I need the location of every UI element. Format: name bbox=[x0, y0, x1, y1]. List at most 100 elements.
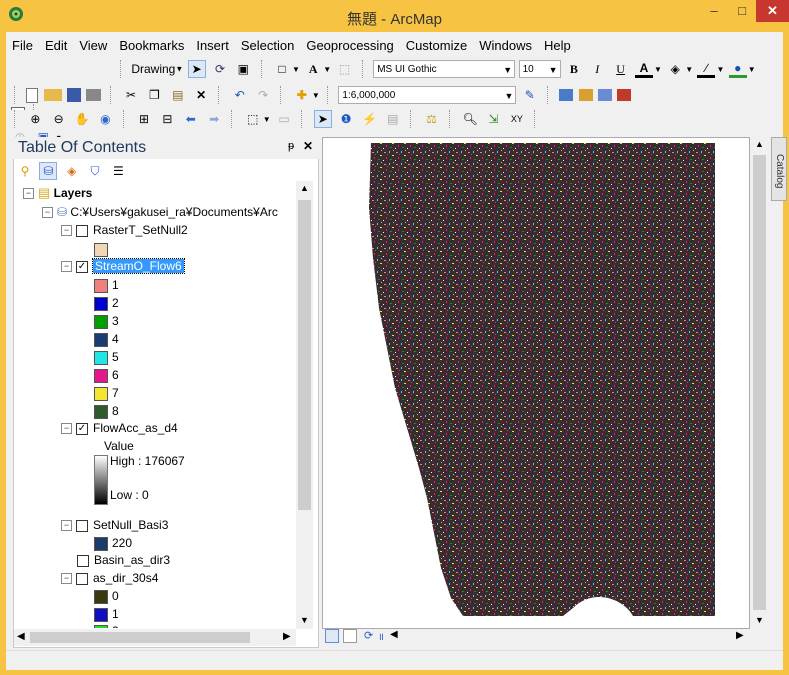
select-features-icon[interactable]: ⬚ bbox=[244, 110, 262, 128]
add-data-icon[interactable]: ✚ bbox=[293, 86, 311, 104]
save-icon[interactable] bbox=[67, 88, 82, 102]
font-color-icon[interactable]: A bbox=[634, 60, 653, 78]
bold-button[interactable]: B bbox=[565, 60, 583, 78]
layer-visibility-checkbox[interactable] bbox=[76, 224, 88, 237]
layer-setnull-basi3[interactable]: − SetNull_Basi3 bbox=[61, 517, 168, 533]
find-icon[interactable]: 🔍︎ bbox=[461, 110, 479, 128]
editor-toolbar-icon[interactable]: ✎ bbox=[521, 86, 539, 104]
list-by-selection-icon[interactable]: ⛉ bbox=[86, 162, 104, 180]
zoom-whole-page-icon[interactable]: ▣ bbox=[234, 60, 252, 78]
toolbar-grip[interactable] bbox=[14, 110, 18, 128]
refresh-icon[interactable]: ⟳ bbox=[364, 629, 373, 642]
list-by-source-icon[interactable]: ⛁ bbox=[39, 162, 58, 180]
go-back-icon[interactable]: ⬅ bbox=[182, 110, 200, 128]
list-by-drawing-order-icon[interactable]: ⚲ bbox=[16, 162, 34, 180]
toolbar-grip[interactable] bbox=[14, 86, 18, 104]
collapse-icon[interactable]: − bbox=[23, 188, 34, 200]
scroll-up-icon[interactable]: ▲ bbox=[300, 183, 309, 193]
underline-button[interactable]: U bbox=[612, 60, 630, 78]
italic-button[interactable]: I bbox=[588, 60, 606, 78]
menu-windows[interactable]: Windows bbox=[473, 36, 538, 56]
close-button[interactable]: ✕ bbox=[756, 0, 789, 22]
clear-selection-icon[interactable]: ▭ bbox=[275, 110, 293, 128]
undo-icon[interactable]: ↶ bbox=[231, 86, 249, 104]
toc-close-icon[interactable]: ✕ bbox=[303, 139, 313, 153]
menu-file[interactable]: File bbox=[6, 36, 39, 56]
layer-rastert-setnull2[interactable]: − RasterT_SetNull2 bbox=[61, 222, 188, 238]
scroll-right-icon[interactable]: ▶ bbox=[736, 630, 744, 641]
open-folder-icon[interactable] bbox=[43, 89, 62, 101]
select-features-dropdown-icon[interactable]: ▼ bbox=[263, 115, 271, 124]
go-forward-icon[interactable]: ➡ bbox=[205, 110, 223, 128]
line-color-icon[interactable]: ∕ bbox=[697, 60, 716, 78]
scroll-down-icon[interactable]: ▼ bbox=[755, 615, 764, 625]
layer-streamo-flow6[interactable]: − ✓ StreamO_Flow6 bbox=[61, 258, 185, 274]
pause-drawing-icon[interactable]: ॥ bbox=[378, 629, 384, 643]
search-window-icon[interactable] bbox=[598, 89, 613, 101]
new-document-icon[interactable] bbox=[26, 87, 39, 103]
layer-as-dir-30s4[interactable]: − as_dir_30s4 bbox=[61, 570, 158, 586]
map-display[interactable] bbox=[322, 137, 750, 629]
font-name-combo[interactable]: MS UI Gothic ▼ bbox=[373, 60, 516, 78]
collapse-icon[interactable]: − bbox=[61, 225, 72, 237]
arctoolbox-icon[interactable] bbox=[617, 89, 632, 101]
drawing-dropdown-icon[interactable]: ▼ bbox=[175, 65, 183, 74]
zoom-in-icon[interactable]: ⊕ bbox=[26, 110, 44, 128]
list-by-visibility-icon[interactable]: ◈ bbox=[63, 162, 81, 180]
layout-view-button[interactable] bbox=[343, 629, 357, 643]
print-icon[interactable] bbox=[86, 89, 102, 101]
menu-view[interactable]: View bbox=[73, 36, 113, 56]
hyperlink-icon[interactable]: ⚡ bbox=[360, 110, 378, 128]
font-size-combo[interactable]: 10 ▼ bbox=[518, 60, 561, 78]
layer-visibility-checkbox[interactable] bbox=[76, 519, 88, 532]
fixed-zoom-in-icon[interactable]: ⊞ bbox=[135, 110, 153, 128]
map-vertical-scroll-thumb[interactable] bbox=[753, 155, 766, 610]
html-popup-icon[interactable]: ▤ bbox=[384, 110, 402, 128]
cut-icon[interactable]: ✂ bbox=[122, 86, 140, 104]
paste-icon[interactable]: ▤ bbox=[169, 86, 187, 104]
catalog-window-icon[interactable] bbox=[578, 89, 593, 101]
layer-visibility-checkbox[interactable]: ✓ bbox=[76, 422, 88, 435]
data-view-button[interactable] bbox=[325, 629, 339, 643]
find-route-icon[interactable]: ⇲ bbox=[484, 110, 502, 128]
menu-bookmarks[interactable]: Bookmarks bbox=[113, 36, 190, 56]
layer-visibility-checkbox[interactable] bbox=[77, 554, 89, 567]
identify-icon[interactable]: ❶ bbox=[337, 110, 355, 128]
callout-icon[interactable]: ⬚ bbox=[336, 60, 354, 78]
collapse-icon[interactable]: − bbox=[42, 207, 53, 219]
scroll-left-icon[interactable]: ◀ bbox=[17, 631, 25, 642]
layer-visibility-checkbox[interactable]: ✓ bbox=[76, 260, 88, 273]
toc-window-icon[interactable] bbox=[559, 89, 574, 101]
scroll-right-icon[interactable]: ▶ bbox=[283, 631, 291, 642]
collapse-icon[interactable]: − bbox=[61, 423, 72, 435]
toc-vertical-scroll-thumb[interactable] bbox=[298, 200, 311, 510]
toc-horizontal-scroll-thumb[interactable] bbox=[30, 632, 250, 643]
font-color-dropdown-icon[interactable]: ▼ bbox=[654, 65, 662, 74]
layer-flowacc-as-d4[interactable]: − ✓ FlowAcc_as_d4 bbox=[61, 420, 178, 436]
marker-color-icon[interactable]: ● bbox=[728, 60, 747, 78]
menu-customize[interactable]: Customize bbox=[400, 36, 473, 56]
toc-options-icon[interactable]: ☰ bbox=[109, 162, 127, 180]
select-elements-icon[interactable]: ➤ bbox=[187, 60, 206, 78]
menu-insert[interactable]: Insert bbox=[190, 36, 235, 56]
add-data-dropdown-icon[interactable]: ▼ bbox=[312, 91, 320, 100]
fill-color-icon[interactable]: ◈ bbox=[666, 60, 684, 78]
rotate-icon[interactable]: ⟳ bbox=[211, 60, 229, 78]
flow-raster-map[interactable] bbox=[323, 138, 749, 628]
layer-visibility-checkbox[interactable] bbox=[76, 572, 88, 585]
rectangle-icon[interactable]: □ bbox=[273, 60, 291, 78]
text-dropdown-icon[interactable]: ▼ bbox=[323, 65, 331, 74]
toolbar-grip[interactable] bbox=[120, 60, 124, 78]
redo-icon[interactable]: ↷ bbox=[254, 86, 272, 104]
minimize-button[interactable]: – bbox=[700, 0, 728, 22]
scroll-down-icon[interactable]: ▼ bbox=[300, 615, 309, 625]
menu-selection[interactable]: Selection bbox=[235, 36, 300, 56]
menu-edit[interactable]: Edit bbox=[39, 36, 73, 56]
text-tool-icon[interactable]: A bbox=[304, 60, 322, 78]
layer-basin-as-dir3[interactable]: Basin_as_dir3 bbox=[77, 552, 170, 568]
delete-icon[interactable]: ✕ bbox=[192, 86, 210, 104]
fill-color-dropdown-icon[interactable]: ▼ bbox=[685, 65, 693, 74]
pin-icon[interactable]: ᵽ bbox=[288, 140, 294, 152]
menu-geoprocessing[interactable]: Geoprocessing bbox=[300, 36, 399, 56]
layers-node[interactable]: − ▤ Layers bbox=[23, 185, 92, 201]
